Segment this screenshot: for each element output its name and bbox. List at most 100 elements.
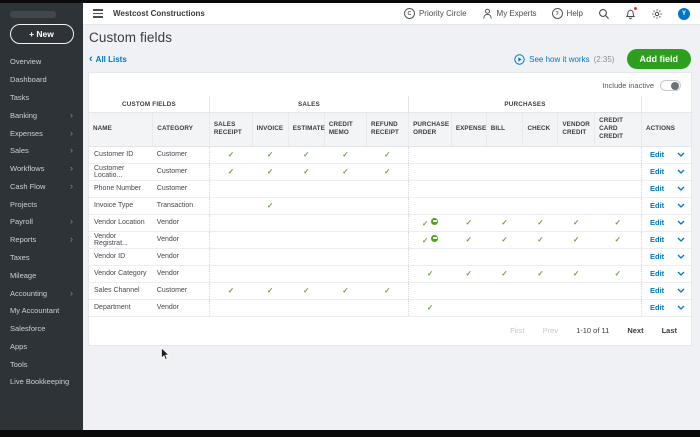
sidebar-item-projects[interactable]: Projects — [0, 195, 83, 213]
chevron-down-icon[interactable] — [677, 254, 685, 259]
search-icon[interactable] — [598, 8, 610, 20]
sidebar-item-label: Live Bookkeeping — [10, 377, 69, 386]
chevron-down-icon[interactable] — [677, 305, 685, 310]
edit-button[interactable]: Edit — [650, 235, 664, 244]
pagination-last[interactable]: Last — [662, 326, 677, 335]
sidebar-item-workflows[interactable]: Workflows› — [0, 160, 83, 178]
usage-cell — [595, 163, 642, 180]
usage-cell — [288, 299, 324, 316]
sidebar-item-banking[interactable]: Banking› — [0, 106, 83, 124]
page-title: Custom fields — [89, 30, 691, 45]
custom-fields-card: Include inactive CUSTOM FIELDS SALES PUR… — [88, 72, 692, 346]
sidebar-item-label: Sales — [10, 146, 29, 155]
actions-cell: Edit — [642, 265, 691, 282]
sidebar-item-tasks[interactable]: Tasks — [0, 89, 83, 107]
check-icon: ✓ — [342, 150, 348, 159]
chevron-down-icon[interactable] — [677, 220, 685, 225]
usage-cell: ✓ — [595, 214, 642, 231]
play-icon — [514, 54, 525, 65]
usage-cell — [409, 180, 452, 197]
table-row: Vendor CategoryVendor✓✓✓✓✓✓Edit — [89, 265, 691, 282]
sidebar-item-my-accountant[interactable]: My Accountant — [0, 302, 83, 320]
sidebar-item-mileage[interactable]: Mileage — [0, 266, 83, 284]
chevron-down-icon[interactable] — [677, 271, 685, 276]
sidebar-item-payroll[interactable]: Payroll› — [0, 213, 83, 231]
include-inactive-toggle[interactable] — [660, 80, 681, 91]
check-icon: ✓ — [466, 235, 472, 244]
check-icon: ✓ — [466, 218, 472, 227]
table-row: Vendor IDVendorEdit — [89, 248, 691, 265]
see-how-it-works-link[interactable]: See how it works (2:35) — [514, 54, 614, 65]
usage-cell — [595, 197, 642, 214]
sidebar-item-sales[interactable]: Sales› — [0, 142, 83, 160]
person-icon — [482, 8, 493, 20]
sidebar-item-label: Dashboard — [10, 75, 47, 84]
help-button[interactable]: ? Help — [552, 8, 583, 19]
usage-cell — [252, 180, 288, 197]
usage-cell — [288, 265, 324, 282]
edit-button[interactable]: Edit — [650, 201, 664, 210]
usage-cell — [324, 180, 366, 197]
edit-button[interactable]: Edit — [650, 252, 664, 261]
usage-cell — [209, 197, 252, 214]
sidebar-item-overview[interactable]: Overview — [0, 53, 83, 71]
chevron-left-icon: ‹ — [89, 55, 93, 63]
menu-icon[interactable] — [93, 9, 103, 17]
edit-button[interactable]: Edit — [650, 184, 664, 193]
usage-cell — [523, 146, 558, 163]
edit-button[interactable]: Edit — [650, 150, 664, 159]
gear-icon[interactable] — [651, 8, 663, 20]
sidebar-item-salesforce[interactable]: Salesforce — [0, 320, 83, 338]
actions-cell: Edit — [642, 163, 691, 180]
check-icon: ✓ — [303, 286, 309, 295]
edit-button[interactable]: Edit — [650, 286, 664, 295]
sidebar-item-label: Mileage — [10, 271, 36, 280]
edit-button[interactable]: Edit — [650, 218, 664, 227]
sidebar-item-cash-flow[interactable]: Cash Flow› — [0, 177, 83, 195]
field-category: Customer — [153, 180, 210, 197]
chevron-down-icon[interactable] — [677, 186, 685, 191]
my-experts-button[interactable]: My Experts — [482, 8, 537, 20]
check-icon: ✓ — [615, 269, 621, 278]
add-field-button[interactable]: Add field — [627, 49, 692, 69]
usage-cell: ✓ — [366, 163, 408, 180]
sidebar-item-expenses[interactable]: Expenses› — [0, 124, 83, 142]
usage-cell: ✓ — [486, 214, 523, 231]
usage-cell: ✓ — [209, 146, 252, 163]
priority-circle-button[interactable]: C Priority Circle — [404, 8, 467, 19]
sidebar-item-taxes[interactable]: Taxes — [0, 249, 83, 267]
chevron-down-icon[interactable] — [677, 169, 685, 174]
chevron-down-icon[interactable] — [677, 203, 685, 208]
column-header-sales-receipt: SALES RECEIPT — [209, 113, 252, 147]
usage-cell — [558, 163, 595, 180]
usage-cell: ✓ — [288, 146, 324, 163]
chevron-down-icon[interactable] — [677, 237, 685, 242]
usage-cell — [486, 163, 523, 180]
column-header-bill: BILL — [486, 113, 523, 147]
sidebar-item-tools[interactable]: Tools — [0, 355, 83, 373]
chevron-down-icon[interactable] — [677, 152, 685, 157]
pagination-next[interactable]: Next — [627, 326, 643, 335]
notifications-bell-icon[interactable] — [625, 8, 636, 20]
usage-cell — [451, 197, 486, 214]
user-avatar[interactable]: Y — [678, 8, 690, 20]
sidebar-item-apps[interactable]: Apps — [0, 338, 83, 356]
edit-button[interactable]: Edit — [650, 303, 664, 312]
sidebar-item-live-bookkeeping[interactable]: Live Bookkeeping — [0, 373, 83, 391]
chevron-down-icon[interactable] — [677, 288, 685, 293]
new-button[interactable]: + New — [10, 24, 74, 44]
pagination-prev[interactable]: Prev — [543, 326, 558, 335]
sidebar-item-accounting[interactable]: Accounting› — [0, 284, 83, 302]
usage-cell — [366, 197, 408, 214]
usage-cell: ✓ — [209, 282, 252, 299]
sidebar-item-dashboard[interactable]: Dashboard — [0, 71, 83, 89]
pagination-first[interactable]: First — [510, 326, 525, 335]
usage-cell: ✓ — [366, 146, 408, 163]
actions-cell: Edit — [642, 248, 691, 265]
back-to-all-lists-link[interactable]: ‹ All Lists — [89, 55, 127, 64]
sidebar-item-reports[interactable]: Reports› — [0, 231, 83, 249]
edit-button[interactable]: Edit — [650, 167, 664, 176]
sidebar-item-label: Cash Flow — [10, 182, 45, 191]
chevron-right-icon: › — [70, 290, 73, 297]
edit-button[interactable]: Edit — [650, 269, 664, 278]
